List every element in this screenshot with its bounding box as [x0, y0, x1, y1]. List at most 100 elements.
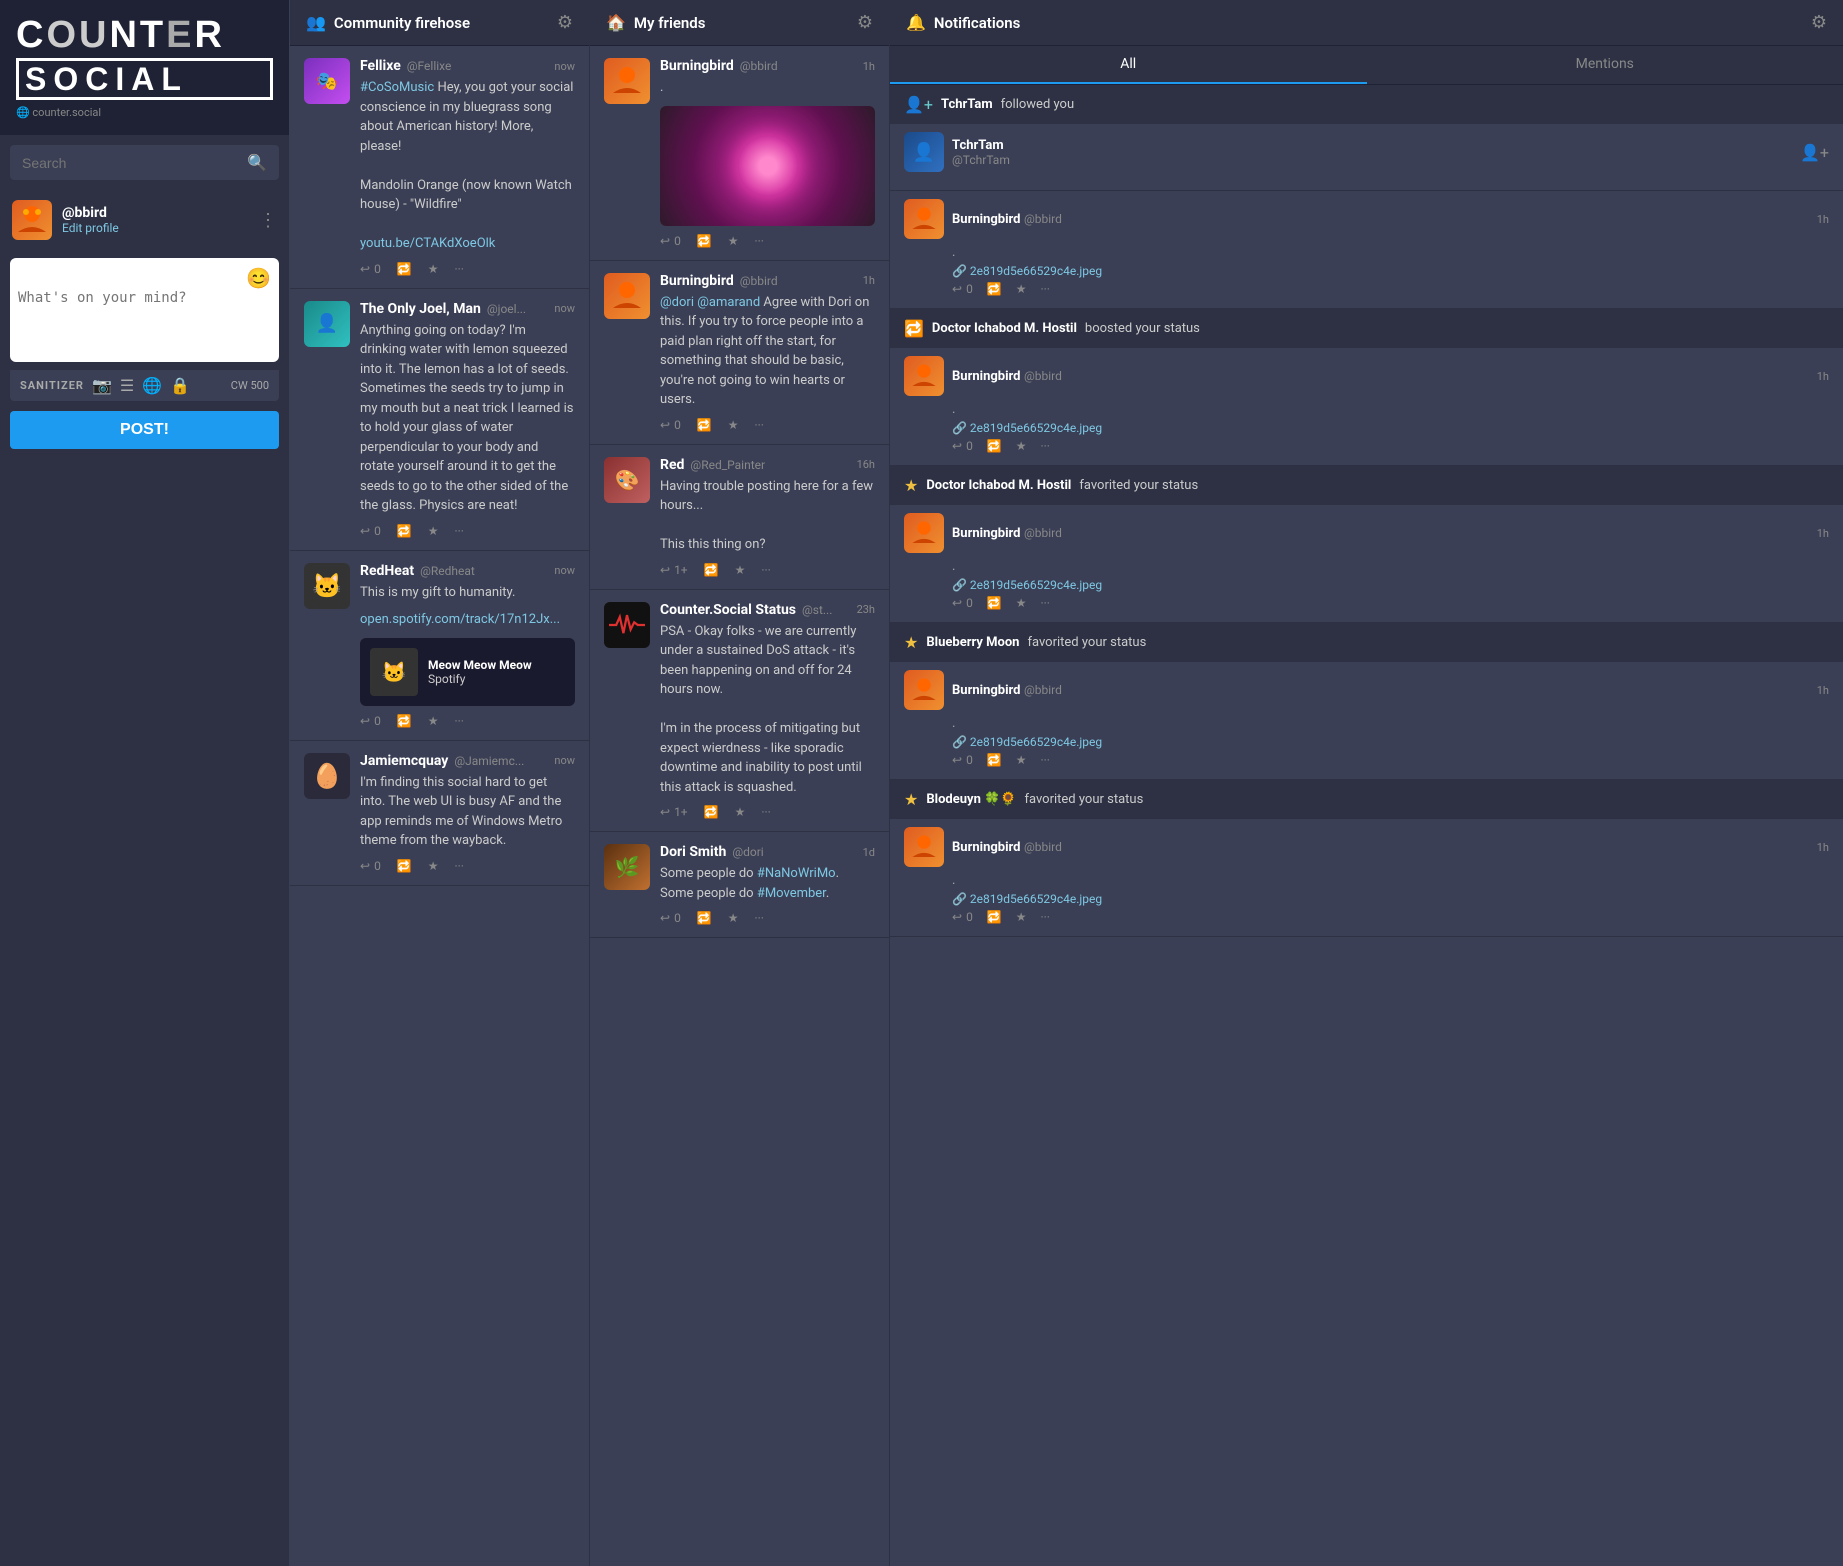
notif-avatar: [904, 670, 944, 710]
reply-action[interactable]: ↩ 0: [360, 262, 381, 276]
friends-settings-icon[interactable]: ⚙: [857, 12, 873, 33]
post-handle: @Redheat: [420, 564, 475, 578]
post-author: Burningbird @bbird: [660, 273, 778, 289]
more-action[interactable]: ···: [455, 524, 464, 538]
cw-label[interactable]: CW 500: [231, 379, 269, 392]
boost-action[interactable]: 🔁: [987, 282, 1002, 296]
boost-action[interactable]: 🔁: [397, 859, 412, 873]
reply-action[interactable]: ↩ 1+: [660, 805, 688, 819]
fav-action[interactable]: ★: [1016, 439, 1027, 453]
fav-action[interactable]: ★: [1016, 596, 1027, 610]
more-action[interactable]: ···: [755, 418, 764, 432]
reply-action[interactable]: ↩ 0: [660, 418, 681, 432]
reply-action[interactable]: ↩ 0: [952, 282, 973, 296]
reply-icon: ↩: [360, 262, 370, 276]
boost-action[interactable]: 🔁: [987, 910, 1002, 924]
spotify-embed[interactable]: 🐱 Meow Meow Meow Spotify: [360, 638, 575, 706]
more-action[interactable]: ···: [455, 262, 464, 276]
fav-action[interactable]: ★: [428, 262, 439, 276]
camera-icon[interactable]: 📷: [92, 376, 112, 395]
notif-actor: Doctor Ichabod M. Hostil: [932, 321, 1077, 336]
compose-textarea[interactable]: [18, 290, 271, 350]
notif-post-header: Burningbird @bbird 1h: [904, 670, 1829, 710]
notifications-settings-icon[interactable]: ⚙: [1811, 12, 1827, 33]
list-icon[interactable]: ☰: [120, 376, 134, 395]
more-action[interactable]: ···: [1041, 910, 1050, 924]
more-action[interactable]: ···: [455, 859, 464, 873]
reply-action[interactable]: ↩ 0: [952, 753, 973, 767]
search-bar[interactable]: 🔍: [10, 145, 279, 180]
search-input[interactable]: [22, 155, 247, 171]
boost-action[interactable]: 🔁: [397, 524, 412, 538]
boost-action[interactable]: 🔁: [397, 714, 412, 728]
reply-icon: ↩: [660, 805, 670, 819]
reply-action[interactable]: ↩ 1+: [660, 563, 688, 577]
tab-mentions[interactable]: Mentions: [1367, 46, 1843, 84]
reply-action[interactable]: ↩ 0: [952, 439, 973, 453]
boost-action[interactable]: 🔁: [704, 805, 719, 819]
post-item: 🌿 Dori Smith @dori 1d Some people do #Na…: [590, 832, 889, 938]
profile-edit-link[interactable]: Edit profile: [62, 221, 249, 235]
boost-action[interactable]: 🔁: [987, 753, 1002, 767]
globe-icon[interactable]: 🌐: [142, 376, 162, 395]
post-actions: ↩ 0 🔁 ★ ···: [360, 262, 575, 276]
more-action[interactable]: ···: [761, 805, 770, 819]
more-action[interactable]: ···: [1041, 439, 1050, 453]
more-action[interactable]: ···: [755, 234, 764, 248]
notif-follow-header: 👤+ TchrTam followed you: [890, 85, 1843, 124]
notif-post-meta: Burningbird @bbird: [952, 368, 1809, 384]
boost-action[interactable]: 🔁: [987, 439, 1002, 453]
reply-action[interactable]: ↩ 0: [660, 234, 681, 248]
notifications-column: 🔔 Notifications ⚙ All Mentions 👤+ TchrTa…: [890, 0, 1843, 1566]
post-item: 🎭 Fellixe @Fellixe now #CoSoMusic Hey, y…: [290, 46, 589, 289]
lock-icon[interactable]: 🔒: [170, 376, 190, 395]
people-icon: 👥: [306, 13, 326, 32]
more-action[interactable]: ···: [455, 714, 464, 728]
fav-action[interactable]: ★: [1016, 753, 1027, 767]
fav-action[interactable]: ★: [728, 911, 739, 925]
fav-action[interactable]: ★: [428, 524, 439, 538]
tab-all[interactable]: All: [890, 46, 1367, 84]
more-action[interactable]: ···: [755, 911, 764, 925]
notif-post: Burningbird @bbird 1h . 🔗 2e819d5e66529c…: [890, 662, 1843, 780]
fav-action[interactable]: ★: [428, 859, 439, 873]
reply-action[interactable]: ↩ 0: [360, 859, 381, 873]
reply-action[interactable]: ↩ 0: [660, 911, 681, 925]
notif-action-text: boosted your status: [1085, 321, 1200, 336]
fav-action[interactable]: ★: [735, 563, 746, 577]
more-action[interactable]: ···: [1041, 753, 1050, 767]
post-actions: ↩ 0 🔁 ★ ···: [660, 234, 875, 248]
emoji-picker-icon[interactable]: 😊: [246, 266, 271, 290]
boost-action[interactable]: 🔁: [697, 911, 712, 925]
add-friend-icon[interactable]: 👤+: [1800, 143, 1829, 162]
spotify-sub: Spotify: [428, 672, 532, 686]
fav-action[interactable]: ★: [728, 234, 739, 248]
fav-action[interactable]: ★: [728, 418, 739, 432]
fav-action[interactable]: ★: [1016, 282, 1027, 296]
reply-icon: ↩: [360, 714, 370, 728]
fav-action[interactable]: ★: [1016, 910, 1027, 924]
fav-action[interactable]: ★: [735, 805, 746, 819]
boost-action[interactable]: 🔁: [704, 563, 719, 577]
more-action[interactable]: ···: [1041, 282, 1050, 296]
post-body: Fellixe @Fellixe now #CoSoMusic Hey, you…: [360, 58, 575, 276]
more-action[interactable]: ···: [1041, 596, 1050, 610]
post-link[interactable]: open.spotify.com/track/17n12Jx...: [360, 610, 575, 630]
boost-action[interactable]: 🔁: [397, 262, 412, 276]
star-icon: ★: [1016, 753, 1027, 767]
boost-action[interactable]: 🔁: [697, 418, 712, 432]
profile-menu-icon[interactable]: ⋮: [259, 210, 277, 231]
reply-action[interactable]: ↩ 0: [952, 910, 973, 924]
more-action[interactable]: ···: [761, 563, 770, 577]
fav-action[interactable]: ★: [428, 714, 439, 728]
spotify-thumb: 🐱: [370, 648, 418, 696]
reply-action[interactable]: ↩ 0: [360, 524, 381, 538]
post-handle: @Red_Painter: [690, 458, 765, 472]
post-name: Counter.Social Status: [660, 602, 796, 618]
reply-action[interactable]: ↩ 0: [360, 714, 381, 728]
community-settings-icon[interactable]: ⚙: [557, 12, 573, 33]
boost-action[interactable]: 🔁: [987, 596, 1002, 610]
boost-action[interactable]: 🔁: [697, 234, 712, 248]
reply-action[interactable]: ↩ 0: [952, 596, 973, 610]
post-button[interactable]: POST!: [10, 411, 279, 449]
